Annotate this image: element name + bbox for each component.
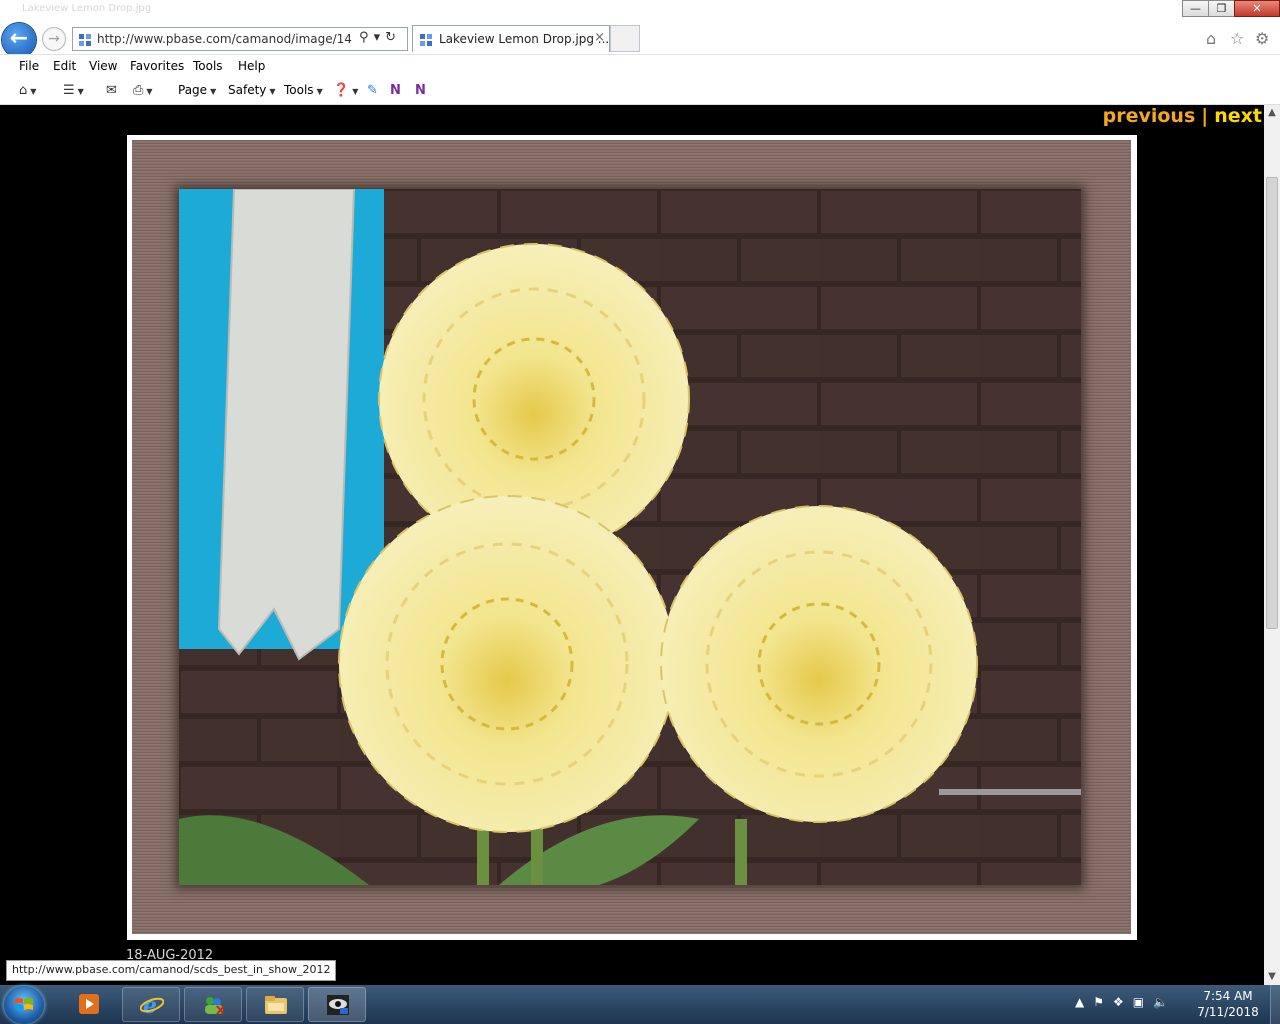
dahlia-photo-image <box>179 189 1081 885</box>
menu-file[interactable]: File <box>19 59 39 73</box>
print-icon[interactable]: ⎙ ▼ <box>133 83 153 99</box>
favorites-star-icon[interactable]: ☆ <box>1230 29 1244 48</box>
system-clock[interactable]: 7:54 AM 7/11/2018 <box>1196 988 1260 1020</box>
eye-viewer-icon <box>327 995 349 1015</box>
restore-button[interactable]: ❐ <box>1208 0 1235 17</box>
action-center-flag-icon[interactable]: ⚑ <box>1093 995 1104 1015</box>
tools-menu-label: Tools <box>284 83 314 97</box>
new-tab-button[interactable] <box>610 25 640 52</box>
menu-favorites[interactable]: Favorites <box>130 59 184 73</box>
refresh-icon[interactable]: ↻ <box>385 30 401 45</box>
menu-tools[interactable]: Tools <box>193 59 223 73</box>
dropdown-icon[interactable]: ▾ <box>374 30 386 45</box>
address-tools: ⚲▾↻ <box>359 30 401 45</box>
taskbar-media-player[interactable] <box>60 987 116 1022</box>
next-link[interactable]: next <box>1214 105 1262 127</box>
pbase-favicon-icon <box>420 34 432 46</box>
dahlia-photo[interactable] <box>179 189 1081 885</box>
home-icon[interactable]: ⌂ ▼ <box>19 83 36 99</box>
onenote-linked-icon[interactable]: N <box>415 83 426 99</box>
research-icon[interactable]: ✎ <box>367 83 378 99</box>
tab-active[interactable]: Lakeview Lemon Drop.jpg ... × <box>412 25 610 52</box>
windows-logo-icon <box>15 998 33 1010</box>
window-controls: — ❐ ✕ <box>1182 0 1280 20</box>
dropbox-icon[interactable]: ❖ <box>1113 995 1124 1015</box>
page-menu-button[interactable]: Page ▼ <box>178 83 216 97</box>
network-icon[interactable]: ▣ <box>1133 995 1144 1015</box>
forward-button[interactable]: → <box>42 27 66 51</box>
start-button[interactable] <box>4 986 44 1024</box>
tab-title: Lakeview Lemon Drop.jpg ... <box>439 32 610 46</box>
scroll-down-arrow-icon[interactable]: ▼ <box>1264 969 1280 985</box>
nav-separator: | <box>1201 105 1209 127</box>
tab-close-button[interactable]: × <box>594 30 605 45</box>
arrow-right-icon: → <box>48 31 60 47</box>
taskbar: e ▲ ⚑ ❖ ▣ 🔈 7:54 AM 7/11/2018 <box>0 985 1280 1024</box>
menu-bar: File Edit View Favorites Tools Help <box>0 54 1280 78</box>
feeds-icon[interactable]: ☰ ▼ <box>63 83 84 99</box>
clock-time: 7:54 AM <box>1203 989 1253 1003</box>
page-menu-label: Page <box>178 83 208 97</box>
previous-link[interactable]: previous <box>1103 105 1196 127</box>
arrow-left-icon: ← <box>9 26 29 51</box>
help-icon[interactable]: ❓ ▼ <box>333 83 358 99</box>
safety-menu-label: Safety <box>228 83 267 97</box>
search-icon[interactable]: ⚲ <box>359 30 374 45</box>
gear-icon[interactable]: ⚙ <box>1255 29 1269 48</box>
messenger-icon <box>205 997 225 1015</box>
menu-help[interactable]: Help <box>238 59 265 73</box>
taskbar-file-explorer[interactable] <box>246 987 304 1022</box>
scroll-up-arrow-icon[interactable]: ▲ <box>1264 105 1280 121</box>
command-bar: ⌂ ▼ ☰ ▼ ✉ ⎙ ▼ Page ▼ Safety ▼ Tools ▼ ❓ ▼ ✎ N N <box>0 78 1280 105</box>
address-url[interactable]: http://www.pbase.com/camanod/image/14557… <box>97 32 352 46</box>
menu-view[interactable]: View <box>89 59 117 73</box>
navigation-bar: ← → http://www.pbase.com/camanod/image/1… <box>0 22 1280 57</box>
taskbar-internet-explorer[interactable]: e <box>122 987 180 1022</box>
window-title: Lakeview Lemon Drop.jpg <box>22 3 152 14</box>
address-bar[interactable]: http://www.pbase.com/camanod/image/14557… <box>72 27 408 51</box>
taskbar-messenger[interactable] <box>184 987 242 1022</box>
back-button[interactable]: ← <box>2 23 36 57</box>
photo-frame <box>127 135 1137 940</box>
clock-date: 7/11/2018 <box>1197 1005 1259 1019</box>
menu-edit[interactable]: Edit <box>53 59 76 73</box>
close-window-button[interactable]: ✕ <box>1234 0 1280 17</box>
system-tray: ▲ ⚑ ❖ ▣ 🔈 <box>1075 995 1168 1015</box>
photo-mat <box>132 140 1131 934</box>
photo-navigation: previous | next <box>1103 105 1262 127</box>
mail-icon[interactable]: ✉ <box>106 83 117 99</box>
vertical-scrollbar[interactable]: ▲ ▼ <box>1264 105 1280 985</box>
pbase-favicon-icon <box>79 34 91 46</box>
internet-explorer-icon: e <box>140 994 164 1016</box>
home-icon[interactable]: ⌂ <box>1206 29 1216 48</box>
window-title-bar: Lakeview Lemon Drop.jpg — ❐ ✕ <box>0 0 1280 22</box>
scrollbar-thumb[interactable] <box>1266 177 1278 629</box>
tools-menu-button[interactable]: Tools ▼ <box>284 83 323 97</box>
media-player-icon <box>79 994 99 1014</box>
safety-menu-button[interactable]: Safety ▼ <box>228 83 276 97</box>
svg-text:e: e <box>143 994 157 1016</box>
page-content: previous | next 18-AUG-2012 <box>0 105 1264 985</box>
minimize-button[interactable]: — <box>1182 0 1209 17</box>
show-hidden-icons-icon[interactable]: ▲ <box>1075 995 1084 1015</box>
status-url-tooltip: http://www.pbase.com/camanod/scds_best_i… <box>6 960 337 981</box>
show-desktop-button[interactable] <box>1270 985 1280 1024</box>
taskbar-photo-viewer[interactable] <box>308 987 366 1022</box>
folder-icon <box>265 996 287 1014</box>
onenote-icon[interactable]: N <box>390 83 401 99</box>
volume-muted-icon[interactable]: 🔈 <box>1153 995 1168 1015</box>
